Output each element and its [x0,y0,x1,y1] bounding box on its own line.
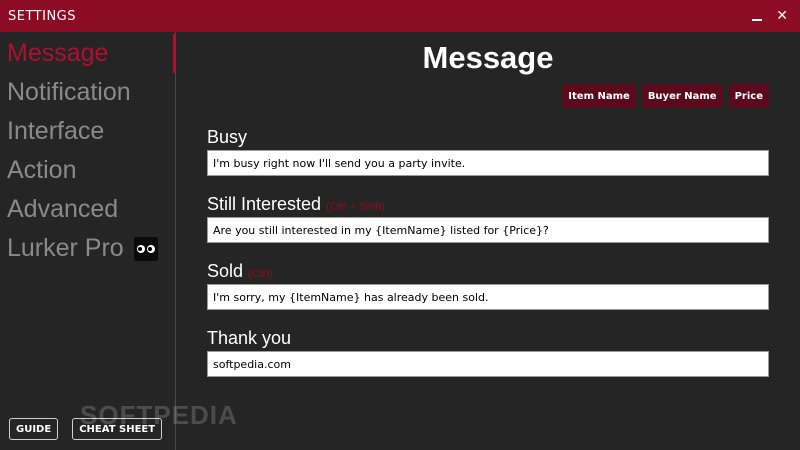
field-sold: Sold (Ctrl) [207,258,769,310]
guide-button[interactable]: GUIDE [9,418,59,440]
sidebar: Message Notification Interface Action Ad… [0,32,176,450]
window-title: SETTINGS [8,8,77,24]
sidebar-item-advanced[interactable]: Advanced [0,190,175,229]
lurker-eyes-icon [133,236,158,261]
minimize-icon [752,19,763,21]
sidebar-item-label: Advanced [7,195,119,223]
field-label: Busy [207,124,769,148]
sidebar-item-interface[interactable]: Interface [0,112,175,151]
variable-tags: Item Name Buyer Name Price [562,84,769,108]
sidebar-item-lurker-pro[interactable]: Lurker Pro [0,229,175,268]
tag-buyer-name[interactable]: Buyer Name [641,84,723,108]
busy-message-input[interactable] [207,150,769,176]
field-label-text: Sold [207,261,244,281]
sidebar-item-label: Message [7,39,109,67]
field-label-text: Thank you [207,328,292,348]
sidebar-item-message[interactable]: Message [0,34,176,73]
field-label: Sold (Ctrl) [207,258,769,282]
field-hint: (Ctrl + Shift) [326,201,386,213]
sidebar-item-label: Notification [7,78,131,106]
minimize-button[interactable] [752,11,763,21]
tag-item-name[interactable]: Item Name [562,84,636,108]
eye-icon [136,244,145,253]
page-title: Message [422,40,554,75]
sidebar-item-action[interactable]: Action [0,151,175,190]
sidebar-item-label: Action [7,156,77,184]
sidebar-item-label: Interface [7,117,105,145]
still-interested-message-input[interactable] [207,217,769,243]
field-label-text: Busy [207,127,248,147]
field-label-text: Still Interested [207,194,322,214]
field-thank-you: Thank you [207,325,769,377]
tag-price[interactable]: Price [728,84,769,108]
thank-you-message-input[interactable] [207,351,769,377]
field-busy: Busy [207,124,769,176]
watermark: SOFTPEDIA [80,400,238,430]
eye-icon [146,244,155,253]
field-label: Still Interested (Ctrl + Shift) [207,191,769,215]
sold-message-input[interactable] [207,284,769,310]
sidebar-item-label: Lurker Pro [7,234,124,262]
main-panel: Message Item Name Buyer Name Price Busy … [176,32,800,450]
field-label: Thank you [207,325,769,349]
window-controls: ✕ [752,9,788,23]
close-button[interactable]: ✕ [776,9,788,23]
field-hint: (Ctrl) [248,268,273,280]
title-bar: SETTINGS ✕ [0,0,800,32]
sidebar-item-notification[interactable]: Notification [0,73,175,112]
field-still-interested: Still Interested (Ctrl + Shift) [207,191,769,243]
sidebar-nav: Message Notification Interface Action Ad… [0,34,176,268]
